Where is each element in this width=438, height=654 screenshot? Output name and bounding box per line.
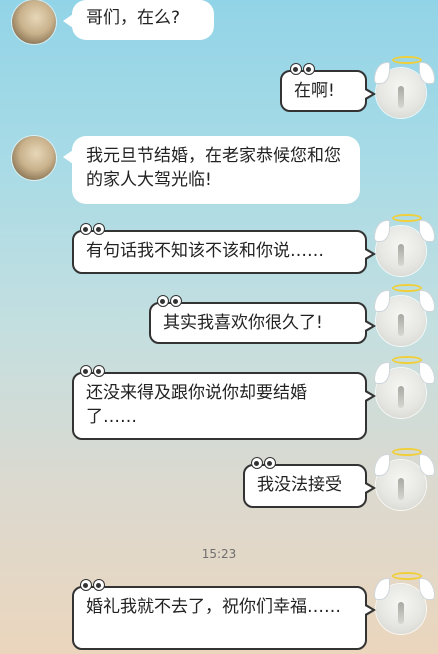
eyes-decoration xyxy=(251,457,281,471)
message-timestamp: 15:23 xyxy=(201,547,237,561)
message-bubble-outgoing[interactable]: 婚礼我就不去了，祝你们幸福…… xyxy=(72,579,376,650)
message-bubble-incoming[interactable]: 我元旦节结婚，在老家恭候您和您的家人大驾光临! xyxy=(63,136,360,204)
message-text: 在啊! xyxy=(294,81,335,101)
eyes-decoration xyxy=(290,63,320,77)
eyes-decoration xyxy=(80,579,110,593)
message-bubble-outgoing[interactable]: 有句话我不知该不该和你说…… xyxy=(72,223,376,274)
message-bubble-incoming[interactable]: 哥们，在么? xyxy=(63,0,214,40)
eyes-decoration xyxy=(80,223,110,237)
friend-avatar[interactable] xyxy=(12,136,56,180)
message-text: 我没法接受 xyxy=(257,475,342,495)
message-text: 哥们，在么? xyxy=(86,8,181,28)
message-bubble-outgoing[interactable]: 在啊! xyxy=(280,63,376,112)
message-bubble-outgoing[interactable]: 我没法接受 xyxy=(243,457,376,508)
eyes-decoration xyxy=(80,365,110,379)
message-text: 有句话我不知该不该和你说…… xyxy=(86,241,324,261)
message-text: 我元旦节结婚，在老家恭候您和您的家人大驾光临! xyxy=(86,146,341,190)
message-bubble-outgoing[interactable]: 还没来得及跟你说你却要结婚了…… xyxy=(72,365,376,440)
message-bubble-outgoing[interactable]: 其实我喜欢你很久了! xyxy=(149,295,376,344)
friend-avatar[interactable] xyxy=(12,0,56,44)
message-text: 其实我喜欢你很久了! xyxy=(163,313,323,333)
message-text: 婚礼我就不去了，祝你们幸福…… xyxy=(86,597,341,617)
eyes-decoration xyxy=(157,295,187,309)
message-text: 还没来得及跟你说你却要结婚了…… xyxy=(86,383,307,427)
